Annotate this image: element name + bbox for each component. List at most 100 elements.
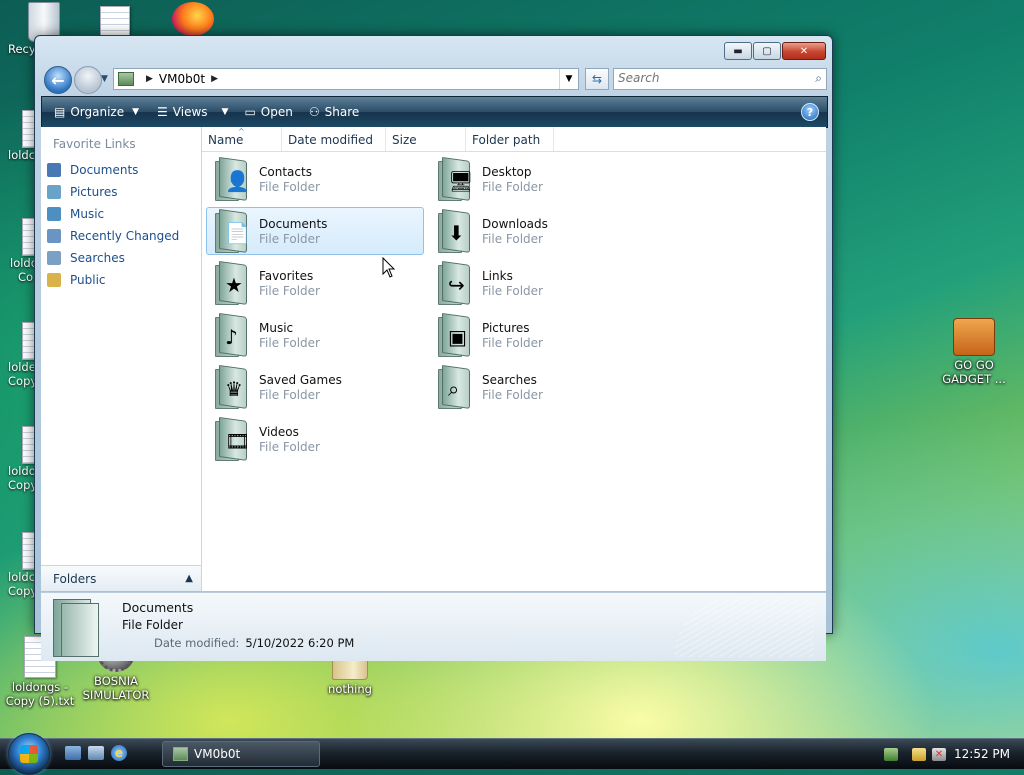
folder-item-type: File Folder [259, 179, 320, 194]
desktop-icon-firefox[interactable] [172, 2, 214, 36]
nav-link-public[interactable]: Public [41, 269, 201, 291]
maximize-button[interactable]: ▢ [753, 42, 781, 60]
breadcrumb-separator-icon[interactable]: ▶ [211, 74, 218, 84]
minimize-icon: ▬ [733, 45, 743, 57]
clock[interactable]: 12:52 PM [954, 747, 1010, 761]
organize-icon: ▤ [54, 105, 66, 119]
show-desktop-icon[interactable] [65, 746, 81, 760]
nav-link-label: Music [70, 207, 105, 221]
folder-item[interactable]: ▣ Pictures File Folder [429, 311, 647, 359]
documents-icon [47, 163, 61, 177]
taskbar-button-vm0b0t[interactable]: VM0b0t [162, 741, 320, 767]
favorite-links-header: Favorite Links [53, 137, 136, 151]
internet-explorer-icon[interactable]: e [111, 745, 127, 761]
folder-item-type: File Folder [259, 231, 320, 246]
nav-link-recently-changed[interactable]: Recently Changed [41, 225, 201, 247]
music-icon: ♪ [211, 313, 251, 357]
folder-item-type: File Folder [482, 335, 543, 350]
search-icon[interactable]: ⌕ [815, 71, 822, 86]
folder-item[interactable]: ⌕ Searches File Folder [429, 363, 647, 411]
nav-link-searches[interactable]: Searches [41, 247, 201, 269]
folder-item-text: Searches File Folder [482, 373, 543, 402]
folder-item-name: Pictures [482, 320, 530, 335]
folder-glyph: 🖥 [448, 169, 474, 193]
nav-link-documents[interactable]: Documents [41, 159, 201, 181]
saved-games-icon: ♛ [211, 365, 251, 409]
folders-toggle[interactable]: Folders ▲ [41, 565, 201, 591]
nav-link-music[interactable]: Music [41, 203, 201, 225]
details-modified-value: 5/10/2022 6:20 PM [245, 636, 355, 650]
folder-item[interactable]: 👤 Contacts File Folder [206, 155, 424, 203]
back-button[interactable]: ← [44, 66, 72, 94]
favorites-icon: ★ [211, 261, 251, 305]
search-box[interactable]: ⌕ [613, 68, 827, 90]
close-button[interactable]: ✕ [782, 42, 826, 60]
breadcrumb-separator-icon[interactable]: ▶ [146, 74, 153, 84]
forward-button[interactable] [74, 66, 102, 94]
searches-icon: ⌕ [434, 365, 474, 409]
start-button[interactable] [8, 733, 50, 775]
folder-item-name: Favorites [259, 268, 314, 283]
folder-item-type: File Folder [482, 283, 543, 298]
folder-item[interactable]: ⬇ Downloads File Folder [429, 207, 647, 255]
folder-glyph: 📄 [225, 221, 250, 245]
column-header-size[interactable]: Size [386, 127, 466, 151]
nav-link-label: Recently Changed [70, 229, 180, 243]
command-bar: ▤ Organize ▼ ☰ Views ▼ ▭ Open ⚇ Share ? [41, 96, 828, 128]
folder-item-type: File Folder [482, 231, 543, 246]
documents-icon: 📄 [211, 209, 251, 253]
security-icon[interactable] [912, 747, 926, 761]
volume-muted-icon[interactable]: ✕ [932, 747, 946, 761]
folder-item-text: Documents File Folder [259, 217, 327, 246]
close-icon: ✕ [799, 45, 809, 57]
explorer-window: ▬ ▢ ✕ ← ▼ ▶ VM0b0t ▶ ▼ ⇆ ⌕ ▤ Organize ▼ … [34, 35, 833, 661]
folder-item-type: File Folder [259, 283, 320, 298]
help-button[interactable]: ? [801, 103, 819, 121]
nav-link-pictures[interactable]: Pictures [41, 181, 201, 203]
refresh-icon: ⇆ [591, 72, 603, 86]
folder-item-name: Searches [482, 372, 537, 387]
network-icon[interactable] [884, 747, 898, 761]
column-header-folder-path[interactable]: Folder path [466, 127, 554, 151]
title-bar[interactable]: ▬ ▢ ✕ [35, 36, 832, 64]
folder-item[interactable]: 📄 Documents File Folder [206, 207, 424, 255]
desktop-icon-go-go-gadget[interactable]: GO GO GADGET ... [934, 318, 1014, 386]
folder-item[interactable]: ♪ Music File Folder [206, 311, 424, 359]
favorite-links-list: Documents Pictures Music Recently Change… [41, 159, 201, 291]
views-button[interactable]: ☰ Views ▼ [155, 105, 230, 119]
music-icon [47, 207, 61, 221]
folder-item-type: File Folder [259, 387, 320, 402]
folder-item-text: Music File Folder [259, 321, 320, 350]
folder-item[interactable]: ♛ Saved Games File Folder [206, 363, 424, 411]
desktop-icon-label: loldongs - Copy (5).txt [5, 680, 75, 708]
desktop-icon-label: loldc [8, 148, 36, 162]
details-name: Documents [122, 600, 194, 615]
help-icon: ? [806, 105, 814, 119]
minimize-button[interactable]: ▬ [724, 42, 752, 60]
folder-item-text: Downloads File Folder [482, 217, 548, 246]
share-button[interactable]: ⚇ Share [307, 105, 361, 119]
chevron-down-icon: ▼ [221, 107, 229, 117]
recent-pages-dropdown[interactable]: ▼ [101, 74, 108, 84]
switch-windows-icon[interactable] [88, 746, 104, 760]
folder-item-type: File Folder [482, 179, 543, 194]
refresh-button[interactable]: ⇆ [585, 68, 609, 90]
navigation-bar: ← ▼ ▶ VM0b0t ▶ ▼ ⇆ ⌕ [41, 66, 827, 96]
address-dropdown-button[interactable]: ▼ [559, 69, 578, 89]
folder-item-name: Contacts [259, 164, 312, 179]
folder-item-text: Links File Folder [482, 269, 543, 298]
folder-item-name: Videos [259, 424, 299, 439]
address-bar[interactable]: ▶ VM0b0t ▶ ▼ [113, 68, 579, 90]
breadcrumb-vm0b0t[interactable]: VM0b0t [159, 72, 205, 86]
desktop-icon: 🖥 [434, 157, 474, 201]
folder-item-name: Documents [259, 216, 328, 231]
open-button[interactable]: ▭ Open [242, 105, 294, 119]
file-list-pane: ^ Name Date modified Size Folder path 👤 C… [202, 127, 826, 591]
organize-button[interactable]: ▤ Organize ▼ [52, 105, 141, 119]
search-input[interactable] [614, 69, 822, 87]
folders-label: Folders [53, 571, 97, 586]
folder-item[interactable]: ↪ Links File Folder [429, 259, 647, 307]
column-header-date-modified[interactable]: Date modified [282, 127, 386, 151]
folder-item[interactable]: 🖥 Desktop File Folder [429, 155, 647, 203]
folder-item[interactable]: 🎞 Videos File Folder [206, 415, 424, 463]
